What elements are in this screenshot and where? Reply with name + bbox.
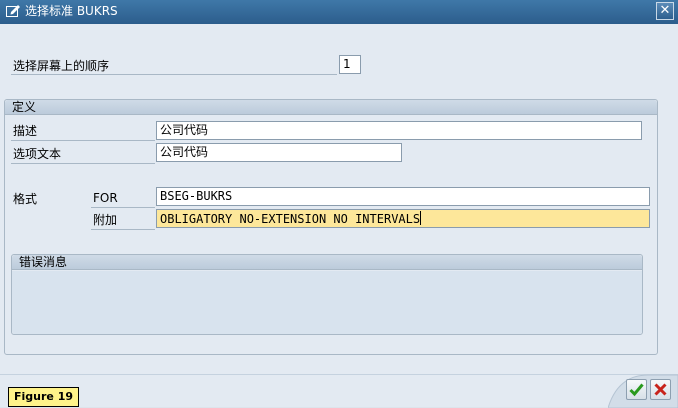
title-bar: 选择标准 BUKRS ✕ bbox=[0, 0, 678, 24]
checkmark-icon bbox=[629, 383, 644, 397]
confirm-button[interactable] bbox=[626, 379, 647, 400]
text-caret bbox=[420, 211, 422, 225]
for-input[interactable]: BSEG-BUKRS bbox=[156, 187, 650, 206]
cross-icon bbox=[654, 383, 667, 396]
error-messages-area bbox=[12, 271, 642, 334]
for-label-underline bbox=[91, 207, 155, 208]
format-label: 格式 bbox=[13, 192, 38, 206]
cancel-button[interactable] bbox=[650, 379, 671, 400]
description-label-underline bbox=[11, 140, 155, 141]
order-input[interactable]: 1 bbox=[339, 55, 361, 74]
addition-input-text: OBLIGATORY NO-EXTENSION NO INTERVALS bbox=[160, 212, 421, 226]
addition-input[interactable]: OBLIGATORY NO-EXTENSION NO INTERVALS bbox=[156, 209, 650, 228]
close-button[interactable]: ✕ bbox=[656, 2, 674, 20]
addition-label-underline bbox=[91, 229, 155, 230]
definition-group-title: 定义 bbox=[12, 100, 37, 114]
option-text-input[interactable]: 公司代码 bbox=[156, 143, 402, 162]
order-label-underline bbox=[11, 74, 337, 75]
dialog-footer: Figure 19 bbox=[0, 374, 678, 408]
definition-group: 定义 描述 公司代码 选项文本 公司代码 格式 FOR BSEG-BUKRS 附… bbox=[4, 99, 658, 355]
definition-group-header: 定义 bbox=[5, 100, 657, 115]
addition-label: 附加 bbox=[93, 213, 118, 227]
dialog-content: 选择屏幕上的顺序 1 定义 描述 公司代码 选项文本 公司代码 格式 FOR B… bbox=[0, 24, 678, 374]
error-messages-group-title: 错误消息 bbox=[19, 255, 68, 269]
error-messages-group-header: 错误消息 bbox=[12, 255, 642, 270]
for-label: FOR bbox=[93, 191, 118, 205]
close-icon: ✕ bbox=[659, 3, 671, 18]
order-label: 选择屏幕上的顺序 bbox=[13, 59, 110, 73]
dialog-window: 选择标准 BUKRS ✕ 选择屏幕上的顺序 1 定义 描述 公司代码 选项文本 … bbox=[0, 0, 678, 408]
description-input[interactable]: 公司代码 bbox=[156, 121, 642, 140]
option-text-label: 选项文本 bbox=[13, 147, 62, 161]
option-text-label-underline bbox=[11, 163, 155, 164]
dialog-edit-icon bbox=[6, 5, 20, 17]
description-label: 描述 bbox=[13, 124, 38, 138]
figure-label: Figure 19 bbox=[8, 387, 80, 407]
window-title: 选择标准 BUKRS bbox=[25, 4, 118, 18]
error-messages-group: 错误消息 bbox=[11, 254, 643, 335]
